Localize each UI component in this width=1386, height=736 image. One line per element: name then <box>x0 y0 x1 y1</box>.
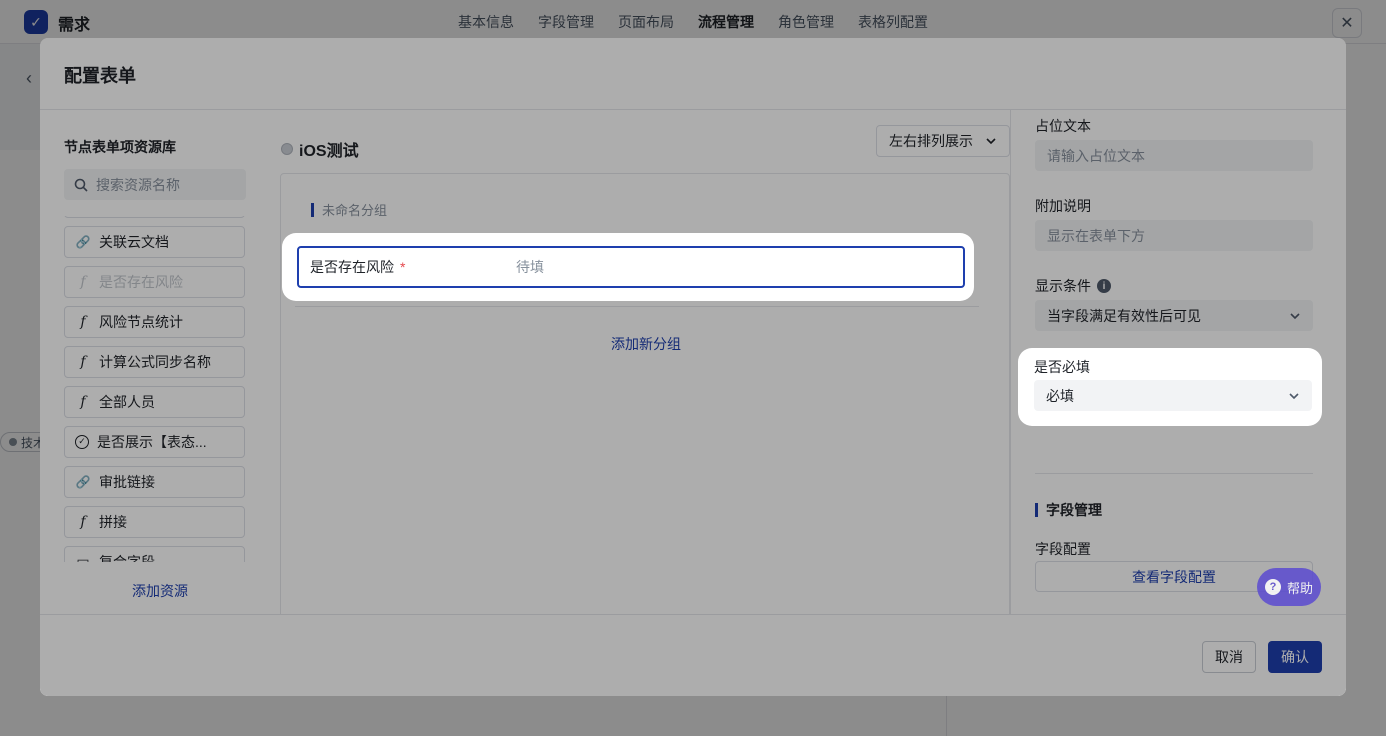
display-condition-select[interactable]: 当字段满足有效性后可见 <box>1035 300 1313 331</box>
status-dot-icon <box>281 143 293 155</box>
group-marker <box>311 202 314 217</box>
chevron-down-icon <box>1290 312 1300 319</box>
form-name-label: iOS测试 <box>299 143 359 160</box>
question-icon: ? <box>1264 579 1281 595</box>
resource-list[interactable]: 🔗 关联云文档 f 是否存在风险 f 风险节点统计 f 计算公式同步名称 f 全部人员 ✓… <box>64 216 256 562</box>
form-canvas-area: iOS测试 左右排列展示 未命名分组 添加新分组 <box>280 110 1010 633</box>
check-circle-icon: ✓ <box>75 435 89 449</box>
display-condition-label: 显示条件 i <box>1035 276 1111 296</box>
required-mark: * <box>400 259 406 275</box>
required-select[interactable]: 必填 <box>1034 380 1312 411</box>
library-title: 节点表单项资源库 <box>64 139 176 155</box>
list-item-label: 复合字段 <box>99 554 155 562</box>
formula-icon: f <box>80 274 86 290</box>
info-icon[interactable]: i <box>1097 279 1111 293</box>
search-input[interactable]: 搜索资源名称 <box>64 169 246 200</box>
list-item[interactable] <box>64 216 245 218</box>
link-icon: 🔗 <box>75 235 91 249</box>
list-item-label: 是否存在风险 <box>99 274 183 290</box>
list-item[interactable]: 🔗 关联云文档 <box>64 226 245 258</box>
list-item[interactable]: f 计算公式同步名称 <box>64 346 245 378</box>
help-label: 帮助 <box>1286 580 1313 596</box>
list-item-label: 是否展示【表态... <box>97 434 207 450</box>
props-divider <box>1035 473 1313 474</box>
composite-icon: ▭ <box>76 554 90 562</box>
placeholder-text-input[interactable]: 请输入占位文本 <box>1035 140 1313 171</box>
link-icon: 🔗 <box>75 475 91 489</box>
display-condition-text: 显示条件 <box>1035 278 1091 294</box>
group-name-label: 未命名分组 <box>322 203 388 218</box>
modal-header: 配置表单 <box>40 38 1346 110</box>
search-placeholder: 搜索资源名称 <box>96 176 180 193</box>
chevron-down-icon <box>1289 392 1299 399</box>
group-name[interactable]: 未命名分组 <box>311 200 387 219</box>
list-item[interactable]: 🔗 审批链接 <box>64 466 245 498</box>
field-label: 是否存在风险 * <box>310 257 516 277</box>
formula-icon: f <box>80 514 86 530</box>
section-marker <box>1035 503 1038 517</box>
spotlight-field: 是否存在风险 * 待填 <box>282 233 974 301</box>
add-resource-button[interactable]: 添加资源 <box>132 581 188 601</box>
list-item-label: 拼接 <box>99 514 127 530</box>
list-item-label: 计算公式同步名称 <box>99 354 211 370</box>
additional-note-label: 附加说明 <box>1035 198 1091 214</box>
resource-library: 节点表单项资源库 搜索资源名称 🔗 关联云文档 f 是否存在风险 f 风险节点统计 f… <box>40 110 280 614</box>
confirm-button[interactable]: 确认 <box>1268 641 1322 673</box>
layout-select[interactable]: 左右排列展示 <box>876 125 1010 157</box>
modal-title: 配置表单 <box>64 66 136 86</box>
list-item-label: 审批链接 <box>99 474 155 490</box>
layout-select-value: 左右排列展示 <box>889 133 973 149</box>
form-name: iOS测试 <box>281 137 359 161</box>
placeholder-text-placeholder: 请输入占位文本 <box>1047 147 1145 164</box>
display-condition-value: 当字段满足有效性后可见 <box>1047 307 1201 324</box>
list-item[interactable]: ✓ 是否展示【表态... <box>64 426 245 458</box>
field-config-label: 字段配置 <box>1035 541 1091 557</box>
list-item-label: 关联云文档 <box>99 234 169 250</box>
modal-footer: 取消 确认 <box>40 614 1346 696</box>
list-item[interactable]: f 全部人员 <box>64 386 245 418</box>
list-item-label: 风险节点统计 <box>99 314 183 330</box>
formula-icon: f <box>80 314 86 330</box>
field-label-text: 是否存在风险 <box>310 259 394 275</box>
help-button[interactable]: ? 帮助 <box>1257 568 1321 606</box>
placeholder-text-label: 占位文本 <box>1035 118 1091 134</box>
group-divider <box>295 306 979 307</box>
list-item[interactable]: ▭ 复合字段 <box>64 546 245 562</box>
field-management-title: 字段管理 <box>1035 500 1102 520</box>
field-card[interactable]: 是否存在风险 * 待填 <box>297 246 965 288</box>
list-item[interactable]: f 风险节点统计 <box>64 306 245 338</box>
additional-note-placeholder: 显示在表单下方 <box>1047 227 1145 244</box>
formula-icon: f <box>80 354 86 370</box>
additional-note-input[interactable]: 显示在表单下方 <box>1035 220 1313 251</box>
list-item[interactable]: f 拼接 <box>64 506 245 538</box>
chevron-down-icon <box>986 138 996 145</box>
field-placeholder: 待填 <box>516 259 544 275</box>
required-label: 是否必填 <box>1034 359 1090 375</box>
list-item-label: 全部人员 <box>99 394 155 410</box>
list-item[interactable]: f 是否存在风险 <box>64 266 245 298</box>
spotlight-required: 是否必填 必填 <box>1018 348 1322 426</box>
cancel-button[interactable]: 取消 <box>1202 641 1256 673</box>
search-icon <box>74 178 88 192</box>
formula-icon: f <box>80 394 86 410</box>
field-management-text: 字段管理 <box>1046 502 1102 518</box>
add-group-button[interactable]: 添加新分组 <box>611 334 681 354</box>
required-value: 必填 <box>1046 387 1074 404</box>
